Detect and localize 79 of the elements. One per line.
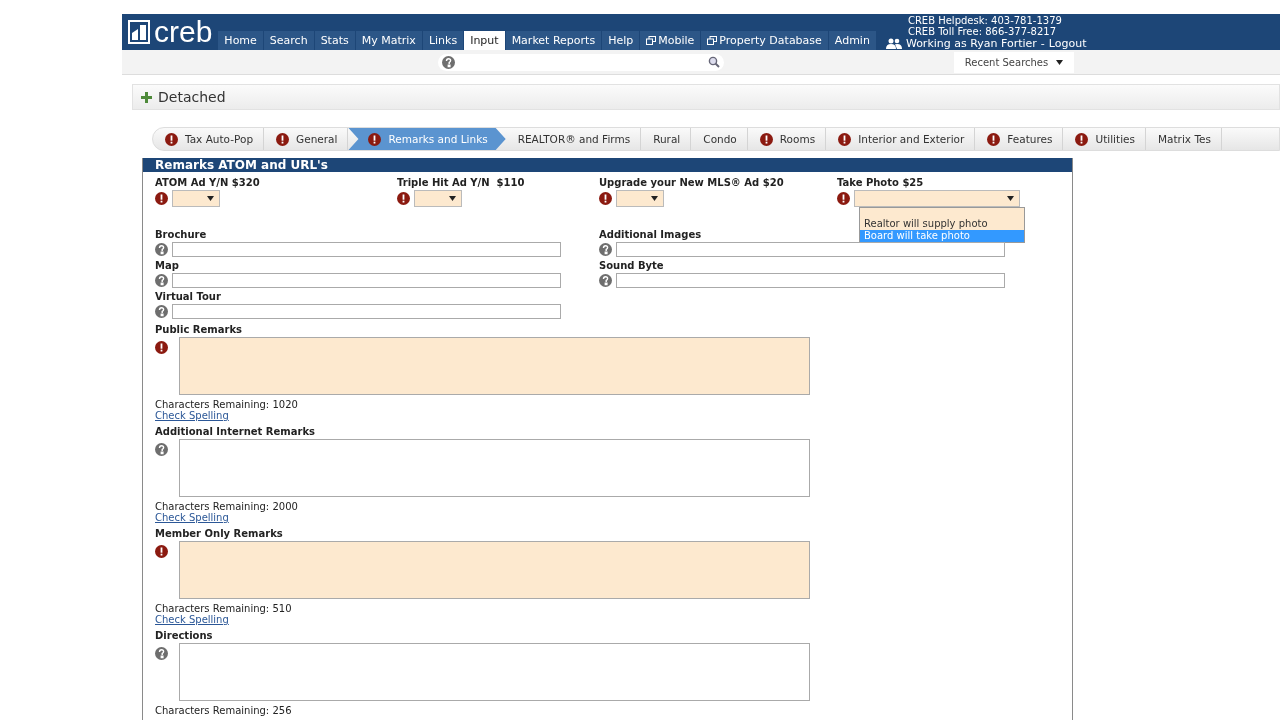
- logout-link[interactable]: Logout: [1048, 37, 1087, 50]
- caret-icon: [207, 196, 214, 201]
- help-icon: [155, 243, 168, 256]
- nav-tab[interactable]: Market Reports: [505, 31, 602, 50]
- select-field[interactable]: [616, 190, 664, 207]
- characters-remaining: Characters Remaining: 256: [155, 705, 292, 716]
- nav-tab[interactable]: Input: [464, 31, 505, 50]
- step-tab[interactable]: Utilities: [1063, 128, 1146, 150]
- select-field[interactable]: [414, 190, 462, 207]
- helpdesk-text: CREB Toll Free: 866-377-8217: [907, 26, 1058, 37]
- panel-title: Remarks ATOM and URL's: [143, 158, 1072, 172]
- section-title: Detached: [158, 89, 226, 105]
- field-label: Map: [155, 260, 179, 273]
- step-tab[interactable]: Tax Auto-Pop: [153, 128, 265, 150]
- field-label: Directions: [155, 630, 213, 643]
- characters-remaining: Characters Remaining: 2000: [155, 501, 298, 512]
- field-label: Take Photo $25: [837, 177, 924, 190]
- text-area[interactable]: [179, 541, 810, 599]
- caret-icon: [1007, 196, 1014, 201]
- input-field[interactable]: [172, 304, 561, 319]
- characters-remaining: Characters Remaining: 1020: [155, 399, 298, 410]
- field-label: Triple Hit Ad Y/N $110: [397, 177, 525, 190]
- dropdown-option[interactable]: Realtor will supply photo: [860, 218, 1024, 230]
- nav-tab[interactable]: Mobile: [640, 31, 701, 50]
- logo-text: creb: [154, 17, 213, 47]
- check-spelling-link[interactable]: Check Spelling: [155, 410, 229, 421]
- nav-tab[interactable]: Help: [602, 31, 640, 50]
- nav-tab[interactable]: Property Database: [701, 31, 828, 50]
- help-icon: [155, 274, 168, 287]
- logo-icon: [128, 20, 150, 44]
- field-label: Public Remarks: [155, 324, 243, 337]
- plus-icon[interactable]: [141, 91, 152, 103]
- nav-tab[interactable]: Admin: [828, 31, 876, 50]
- input-field[interactable]: [616, 242, 1005, 257]
- helpdesk-text: CREB Helpdesk: 403-781-1379: [907, 15, 1063, 26]
- text-area[interactable]: [179, 643, 810, 701]
- nav-tab[interactable]: Links: [422, 31, 464, 50]
- step-tab[interactable]: REALTOR® and Firms: [505, 128, 642, 150]
- separator-text: -: [1040, 37, 1045, 50]
- step-tab[interactable]: General: [264, 128, 349, 150]
- characters-remaining: Characters Remaining: 510: [155, 603, 292, 614]
- step-tab[interactable]: Features: [975, 128, 1064, 150]
- help-icon: [442, 55, 455, 69]
- help-icon: [599, 243, 612, 256]
- caret-icon: [651, 196, 658, 201]
- field-label: Virtual Tour: [155, 291, 221, 304]
- text-area[interactable]: [179, 337, 810, 395]
- step-tab[interactable]: Condo: [691, 128, 748, 150]
- user-text: Working as Ryan Fortier: [905, 37, 1037, 50]
- field-label: Additional Images: [599, 229, 702, 242]
- field-label: ATOM Ad Y/N $320: [155, 177, 260, 190]
- input-field[interactable]: [172, 242, 561, 257]
- nav-tab[interactable]: My Matrix: [355, 31, 422, 50]
- nav-tab[interactable]: Home: [218, 31, 263, 50]
- field-label: Upgrade your New MLS® Ad $20: [599, 177, 784, 190]
- nav-tab[interactable]: Stats: [314, 31, 355, 50]
- caret-icon: [1056, 59, 1064, 65]
- recent-searches-dropdown[interactable]: Recent Searches: [954, 51, 1074, 73]
- step-tab[interactable]: Rural: [641, 128, 692, 150]
- check-spelling-link[interactable]: Check Spelling: [155, 512, 229, 523]
- field-label: Additional Internet Remarks: [155, 426, 316, 439]
- step-tab[interactable]: Interior and Exterior: [826, 128, 976, 150]
- input-field[interactable]: [616, 273, 1005, 288]
- select-field[interactable]: [172, 190, 220, 207]
- help-icon: [155, 305, 168, 318]
- search-icon: [708, 56, 720, 68]
- caret-icon: [449, 196, 456, 201]
- field-label: Sound Byte: [599, 260, 664, 273]
- nav-tab[interactable]: Search: [263, 31, 314, 50]
- field-label: Member Only Remarks: [155, 528, 283, 541]
- field-label: Brochure: [155, 229, 207, 242]
- step-tab[interactable]: Matrix Tes: [1146, 128, 1222, 150]
- text-area[interactable]: [179, 439, 810, 497]
- input-field[interactable]: [172, 273, 561, 288]
- search-field[interactable]: [438, 53, 724, 71]
- help-icon: [599, 274, 612, 287]
- step-tab[interactable]: Rooms: [747, 128, 827, 150]
- check-spelling-link[interactable]: Check Spelling: [155, 614, 229, 625]
- select-field[interactable]: [854, 190, 1020, 207]
